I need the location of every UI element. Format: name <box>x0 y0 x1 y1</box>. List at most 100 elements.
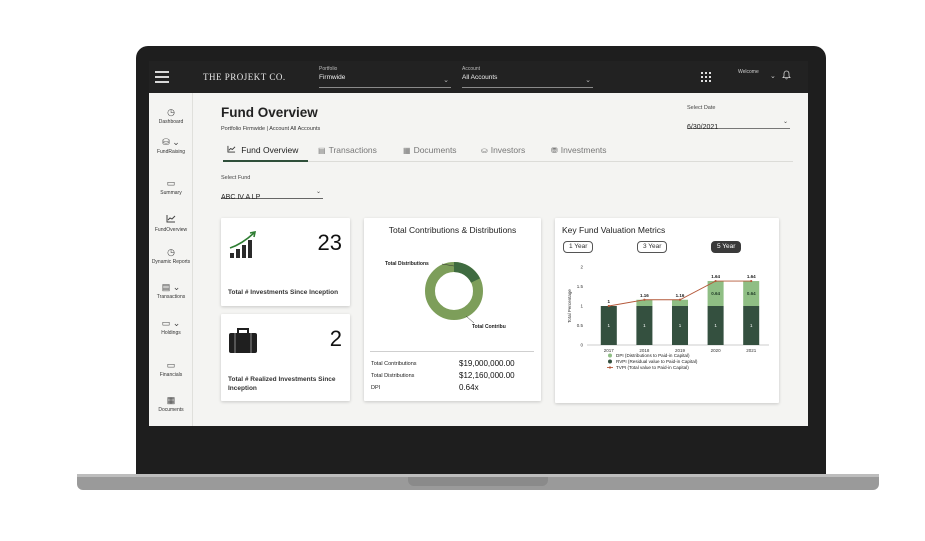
kpi-value: 23 <box>317 230 342 255</box>
bar-growth-icon <box>228 230 258 265</box>
legend-swatch <box>608 359 612 364</box>
line-label-tvpi: 1 <box>608 299 611 304</box>
donut-label-contributions: Total Contribu <box>472 324 506 330</box>
tab-label: Documents <box>413 145 457 155</box>
contributions-donut-chart: Total Distributions Total Contribu <box>385 261 506 330</box>
sidebar-item-label: FundOverview <box>154 227 188 233</box>
chevron-down-icon: ⌄ <box>782 119 788 125</box>
point-tvpi <box>607 304 610 308</box>
date-dropdown[interactable]: 6/30/2021 ⌄ <box>687 116 790 131</box>
portfolio-dropdown[interactable]: Portfolio Firmwide ⌄ <box>319 66 451 88</box>
investors-icon: ⛀ <box>481 146 488 155</box>
sidebar-item-transactions[interactable]: ▤ ⌄ Transactions <box>149 282 193 300</box>
tab-investors[interactable]: ⛀ Investors <box>481 145 525 155</box>
tab-transactions[interactable]: ▤ Transactions <box>318 145 377 155</box>
documents-icon: ▦ <box>166 395 176 405</box>
line-label-tvpi: 1.16 <box>676 293 685 298</box>
tab-investments[interactable]: ⛃ Investments <box>551 145 607 155</box>
valuation-metrics-card: Key Fund Valuation Metrics 1 Year 3 Year… <box>555 218 779 403</box>
line-label-tvpi: 1.64 <box>711 274 720 279</box>
divider <box>370 351 534 352</box>
sidebar-item-label: Dashboard <box>158 119 184 125</box>
tab-fund-overview[interactable]: Fund Overview <box>227 145 298 155</box>
donut-slice-distributions <box>453 262 480 284</box>
legend-label: DPI (Distributions to Paid-in Capital) <box>616 353 690 358</box>
sidebar-item-documents[interactable]: ▦ Documents <box>149 395 193 413</box>
fund-value: ABC IV A LP <box>221 194 261 201</box>
portfolio-value: Firmwide <box>319 74 346 81</box>
kpi-label: Total # Investments Since Inception <box>228 289 339 296</box>
account-label: Account <box>462 66 481 72</box>
point-tvpi <box>643 298 646 301</box>
point-tvpi <box>678 298 682 301</box>
top-bar: THE PROJEKT CO. Portfolio Firmwide ⌄ Acc… <box>149 61 808 93</box>
tab-documents[interactable]: ▦ Documents <box>403 145 457 155</box>
chevron-down-icon: ⌄ <box>315 189 321 195</box>
trend-chart-icon <box>227 145 238 155</box>
range-1-year-button[interactable]: 1 Year <box>563 241 594 253</box>
sidebar-item-fundraising[interactable]: ⛁ ⌄ FundRaising <box>149 137 193 155</box>
sidebar-item-label: Summary <box>160 190 182 196</box>
sidebar-item-label: FundRaising <box>156 149 186 155</box>
sidebar-item-holdings[interactable]: ▭ ⌄ Holdings <box>149 318 193 336</box>
y-tick-label: 1.5 <box>577 284 584 289</box>
sidebar-item-label: Financials <box>159 372 183 378</box>
user-menu-chevron-icon[interactable]: ⌄ <box>770 72 776 80</box>
brand-logo: THE PROJEKT CO. <box>203 72 286 82</box>
valuation-bar-chart: 00.511.52Total Percentage120171201812019… <box>567 265 769 370</box>
trend-chart-icon <box>149 214 193 225</box>
sidebar-item-fundoverview[interactable]: FundOverview <box>149 214 193 233</box>
row-value: $12,160,000.00 <box>459 371 515 380</box>
line-label-tvpi: 1.16 <box>640 293 649 298</box>
sidebar-item-financials[interactable]: ▭ Financials <box>149 360 193 378</box>
y-tick-label: 2 <box>580 265 583 270</box>
chevron-down-icon: ⌄ <box>443 77 449 84</box>
portfolio-label: Portfolio <box>319 66 338 72</box>
y-axis-label: Total Percentage <box>567 289 572 323</box>
point-tvpi <box>714 279 717 283</box>
tab-bar: Fund Overview ▤ Transactions ▦ Documents ⛀… <box>223 143 793 162</box>
donut-leader-line <box>465 315 475 324</box>
range-3-year-button[interactable]: 3 Year <box>637 241 668 253</box>
menu-icon[interactable] <box>155 71 169 83</box>
app-screen: THE PROJEKT CO. Portfolio Firmwide ⌄ Acc… <box>149 61 808 426</box>
x-tick-label: 2017 <box>604 348 615 353</box>
legend-label: RVPI (Residual value to Paid-in Capital) <box>616 359 698 364</box>
bell-icon[interactable] <box>782 70 791 82</box>
transactions-icon: ▤ ⌄ <box>161 282 181 292</box>
sidebar: ◷ Dashboard ⛁ ⌄ FundRaising ▭ Summary Fu… <box>149 93 193 426</box>
summary-icon: ▭ <box>166 178 176 188</box>
fund-dropdown[interactable]: ABC IV A LP ⌄ <box>221 186 323 201</box>
sidebar-item-label: Documents <box>158 407 184 413</box>
row-value: $19,000,000.00 <box>459 359 515 368</box>
gauge-icon: ◷ <box>167 107 175 117</box>
sidebar-item-summary[interactable]: ▭ Summary <box>149 178 193 196</box>
documents-icon: ▦ <box>403 146 411 155</box>
holdings-icon: ▭ ⌄ <box>161 318 181 328</box>
investments-icon: ⛃ <box>551 146 558 155</box>
legend-label: TVPI (Total value to Paid-in Capital) <box>616 365 689 370</box>
legend-swatch-point <box>608 366 612 369</box>
donut-label-distributions: Total Distributions <box>385 261 429 267</box>
sidebar-item-label: Transactions <box>156 294 186 300</box>
sidebar-item-dynamic-reports[interactable]: ◷ Dynamic Reports <box>149 247 193 265</box>
bar-label-dpi: 0.64 <box>711 291 720 296</box>
tab-label: Investments <box>560 145 607 155</box>
briefcase-icon <box>228 328 258 359</box>
main-content: Fund Overview Portfolio Firmwide | Accou… <box>193 93 808 426</box>
range-5-year-button[interactable]: 5 Year <box>711 241 742 253</box>
sidebar-item-dashboard[interactable]: ◷ Dashboard <box>149 107 193 125</box>
page-subtitle: Portfolio Firmwide | Account All Account… <box>221 126 321 132</box>
x-tick-label: 2020 <box>711 348 722 353</box>
y-tick-label: 0 <box>580 343 583 348</box>
sidebar-item-label: Holdings <box>161 330 181 336</box>
account-dropdown[interactable]: Account All Accounts ⌄ <box>462 66 593 88</box>
fund-label: Select Fund <box>221 175 251 181</box>
row-label: Total Contributions <box>371 361 417 367</box>
kpi-label: Total # Realized Investments Since Incep… <box>228 376 336 392</box>
x-tick-label: 2021 <box>746 348 757 353</box>
apps-grid-icon[interactable] <box>701 72 711 82</box>
date-value: 6/30/2021 <box>687 124 719 131</box>
kpi-card-investments: 23 Total # Investments Since Inception <box>221 218 350 306</box>
financials-icon: ▭ <box>166 360 176 370</box>
